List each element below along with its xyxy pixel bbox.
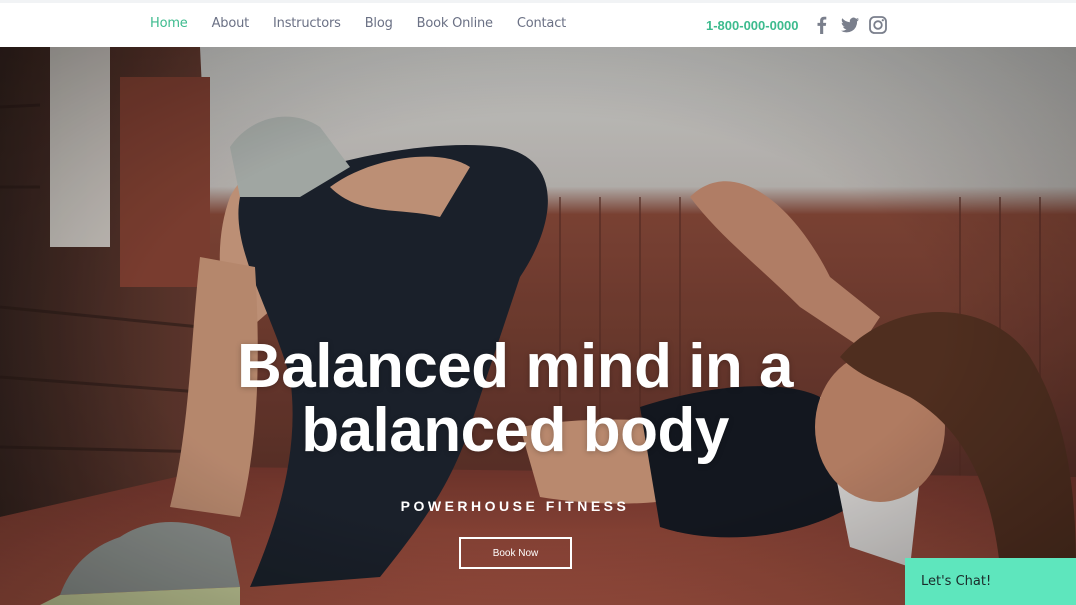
hero-headline: Balanced mind in a balanced body xyxy=(160,335,870,463)
hero-subtitle: POWERHOUSE FITNESS xyxy=(400,498,630,514)
hero-section: Balanced mind in a balanced body POWERHO… xyxy=(0,47,1076,605)
nav-about[interactable]: About xyxy=(212,16,250,31)
site-header: Home About Instructors Blog Book Online … xyxy=(0,0,1076,47)
lets-chat-widget[interactable]: Let's Chat! xyxy=(905,558,1076,605)
hero-background-image xyxy=(0,47,1076,605)
main-nav: Home About Instructors Blog Book Online … xyxy=(150,16,590,31)
social-links xyxy=(812,15,888,35)
twitter-icon[interactable] xyxy=(840,15,860,35)
nav-instructors[interactable]: Instructors xyxy=(273,16,341,31)
nav-blog[interactable]: Blog xyxy=(365,16,393,31)
facebook-icon[interactable] xyxy=(812,15,832,35)
nav-book-online[interactable]: Book Online xyxy=(417,16,493,31)
phone-number[interactable]: 1-800-000-0000 xyxy=(706,18,799,33)
hero-headline-line-1: Balanced mind in a xyxy=(236,332,794,401)
nav-home[interactable]: Home xyxy=(150,16,188,31)
book-now-button[interactable]: Book Now xyxy=(459,537,572,569)
instagram-icon[interactable] xyxy=(868,15,888,35)
nav-contact[interactable]: Contact xyxy=(517,16,566,31)
hero-headline-line-2: balanced body xyxy=(301,396,729,465)
